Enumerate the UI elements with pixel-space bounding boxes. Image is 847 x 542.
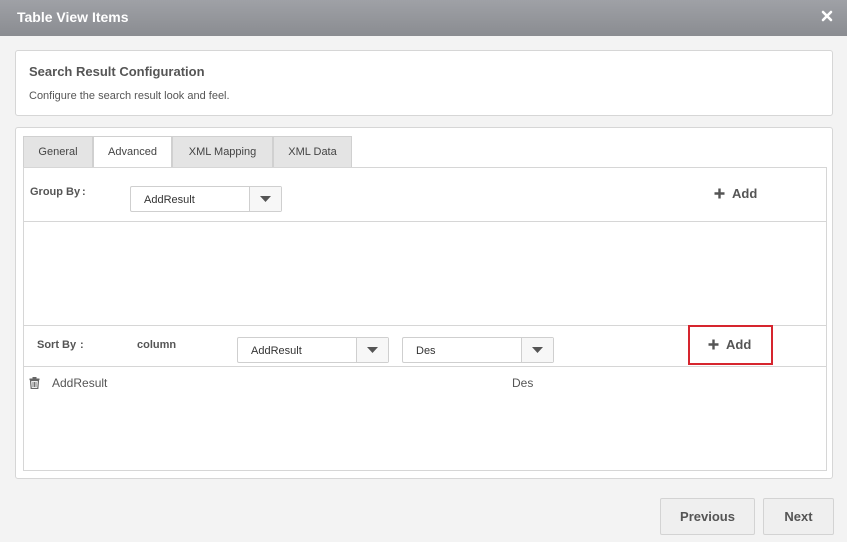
table-row: AddResult Des — [24, 374, 826, 398]
advanced-tab-panel: Group By : AddResult Add Sort By : colum… — [23, 167, 827, 471]
group-by-list — [24, 221, 826, 326]
chevron-down-icon[interactable] — [249, 187, 281, 211]
next-button[interactable]: Next — [763, 498, 834, 535]
group-by-select[interactable]: AddResult — [130, 186, 282, 212]
tab-xml-data[interactable]: XML Data — [273, 136, 352, 167]
section-description: Configure the search result look and fee… — [29, 90, 230, 102]
sort-by-add-button[interactable]: Add — [708, 335, 758, 357]
group-by-colon: : — [82, 186, 86, 198]
tab-general[interactable]: General — [23, 136, 93, 167]
sort-order-select[interactable]: Des — [402, 337, 554, 363]
chevron-down-icon[interactable] — [521, 338, 553, 362]
plus-icon — [708, 339, 719, 350]
section-title: Search Result Configuration — [29, 64, 205, 79]
sort-by-label: Sort By — [37, 339, 77, 351]
group-by-add-button[interactable]: Add — [714, 184, 774, 206]
sort-column-select-value: AddResult — [251, 345, 302, 357]
group-by-label: Group By — [30, 186, 81, 198]
configuration-header-card: Search Result Configuration Configure th… — [15, 50, 833, 116]
group-by-row: Group By : AddResult Add — [24, 168, 826, 222]
sort-row-order: Des — [512, 376, 534, 390]
chevron-down-icon[interactable] — [356, 338, 388, 362]
tab-advanced[interactable]: Advanced — [93, 136, 172, 168]
tab-xml-mapping[interactable]: XML Mapping — [172, 136, 273, 167]
previous-button[interactable]: Previous — [660, 498, 755, 535]
group-by-select-value: AddResult — [144, 194, 195, 206]
dialog-title: Table View Items — [17, 9, 129, 25]
group-by-add-label: Add — [732, 186, 758, 201]
sort-by-row: Sort By : column AddResult Des Add — [24, 325, 826, 367]
sort-by-add-label: Add — [726, 337, 752, 352]
sort-row-column: AddResult — [52, 376, 108, 390]
close-icon[interactable] — [819, 8, 835, 24]
sort-by-colon: : — [80, 339, 84, 351]
sort-column-select[interactable]: AddResult — [237, 337, 389, 363]
dialog-title-bar: Table View Items — [0, 0, 847, 36]
sort-column-label: column — [137, 339, 177, 351]
trash-icon[interactable] — [29, 377, 40, 392]
plus-icon — [714, 188, 725, 199]
configuration-main-card: General Advanced XML Mapping XML Data Gr… — [15, 127, 833, 479]
sort-order-select-value: Des — [416, 345, 436, 357]
